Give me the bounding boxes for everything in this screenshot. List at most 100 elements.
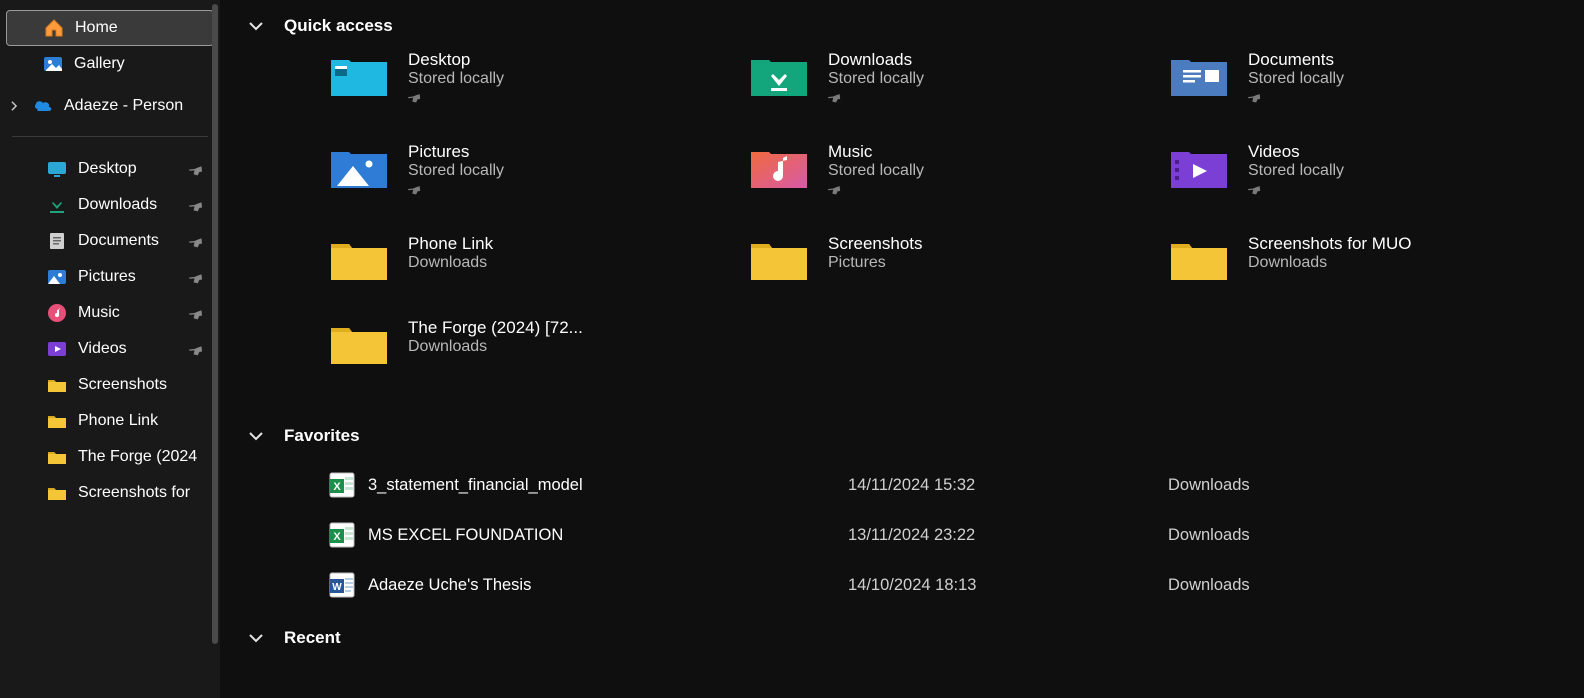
folder-title: Desktop <box>408 50 504 70</box>
quick-access-documents[interactable]: Documents Stored locally <box>1168 50 1584 136</box>
music-icon <box>46 302 68 324</box>
chevron-down-icon[interactable] <box>246 628 266 648</box>
pin-icon <box>828 90 924 104</box>
folder-title: Downloads <box>828 50 924 70</box>
section-label: Quick access <box>284 16 393 36</box>
pin-icon <box>189 306 204 321</box>
file-location: Downloads <box>1168 576 1564 595</box>
section-quick-access[interactable]: Quick access <box>246 16 1564 36</box>
desktop-lg-icon <box>328 50 390 100</box>
sidebar-item-label: Desktop <box>78 160 137 178</box>
home-icon <box>43 17 65 39</box>
folder-subtitle: Stored locally <box>408 162 504 180</box>
folder-subtitle: Stored locally <box>1248 162 1344 180</box>
music-lg-icon <box>748 142 810 192</box>
sidebar-item-label: Home <box>75 19 118 37</box>
sidebar-item-pictures[interactable]: Pictures <box>6 259 214 295</box>
pin-icon <box>189 162 204 177</box>
folder-title: Screenshots for MUO <box>1248 234 1411 254</box>
quick-access-videos[interactable]: Videos Stored locally <box>1168 142 1584 228</box>
pin-icon <box>828 182 924 196</box>
pictures-icon <box>46 266 68 288</box>
chevron-right-icon[interactable] <box>6 99 22 113</box>
sidebar-item-label: Documents <box>78 232 159 250</box>
file-name: 3_statement_financial_model <box>368 476 848 495</box>
sidebar-item-label: Screenshots for <box>78 484 190 502</box>
folder-subtitle: Stored locally <box>408 70 504 88</box>
sidebar-scrollbar[interactable] <box>212 4 218 644</box>
folder-title: Screenshots <box>828 234 923 254</box>
quick-access-downloads[interactable]: Downloads Stored locally <box>748 50 1168 136</box>
videos-icon <box>46 338 68 360</box>
sidebar-item-downloads[interactable]: Downloads <box>6 187 214 223</box>
sidebar-item-screenshots[interactable]: Screenshots <box>6 367 214 403</box>
file-explorer-window: Home Gallery Adaeze - Person Desktop Dow… <box>0 0 1584 698</box>
favorite-file[interactable]: MS EXCEL FOUNDATION 13/11/2024 23:22 Dow… <box>328 510 1564 560</box>
folder-subtitle: Downloads <box>408 338 583 356</box>
folder-title: Videos <box>1248 142 1344 162</box>
sidebar-item-music[interactable]: Music <box>6 295 214 331</box>
content-pane: Quick access Desktop Stored locally Down… <box>220 0 1584 698</box>
section-label: Favorites <box>284 426 360 446</box>
sidebar-item-screenshots-for[interactable]: Screenshots for <box>6 475 214 511</box>
pin-icon <box>408 90 504 104</box>
quick-access-phone-link[interactable]: Phone Link Downloads <box>328 234 748 312</box>
favorite-file[interactable]: Adaeze Uche's Thesis 14/10/2024 18:13 Do… <box>328 560 1564 610</box>
folder-subtitle: Stored locally <box>828 70 924 88</box>
quick-access-the-forge-2024-72-[interactable]: The Forge (2024) [72... Downloads <box>328 318 748 396</box>
section-label: Recent <box>284 628 341 648</box>
folder-lg-icon <box>748 234 810 284</box>
sidebar-item-videos[interactable]: Videos <box>6 331 214 367</box>
sidebar-item-label: Downloads <box>78 196 157 214</box>
sidebar-item-label: Screenshots <box>78 376 167 394</box>
sidebar-item-desktop[interactable]: Desktop <box>6 151 214 187</box>
section-recent[interactable]: Recent <box>246 628 1564 648</box>
folder-title: The Forge (2024) [72... <box>408 318 583 338</box>
folder-lg-icon <box>328 318 390 368</box>
sidebar-divider <box>12 136 208 137</box>
sidebar-item-onedrive[interactable]: Adaeze - Person <box>6 88 214 124</box>
folder-icon <box>46 374 68 396</box>
folder-subtitle: Stored locally <box>828 162 924 180</box>
quick-access-music[interactable]: Music Stored locally <box>748 142 1168 228</box>
file-location: Downloads <box>1168 476 1564 495</box>
sidebar-item-label: Music <box>78 304 120 322</box>
folder-icon <box>46 410 68 432</box>
sidebar-item-label: Phone Link <box>78 412 158 430</box>
file-date: 13/11/2024 23:22 <box>848 526 1168 545</box>
documents-lg-icon <box>1168 50 1230 100</box>
quick-access-pictures[interactable]: Pictures Stored locally <box>328 142 748 228</box>
folder-subtitle: Stored locally <box>1248 70 1344 88</box>
folder-title: Music <box>828 142 924 162</box>
folder-subtitle: Downloads <box>408 254 493 272</box>
quick-access-desktop[interactable]: Desktop Stored locally <box>328 50 748 136</box>
sidebar-item-label: The Forge (2024 <box>78 448 197 466</box>
sidebar-item-gallery[interactable]: Gallery <box>6 46 214 82</box>
favorite-file[interactable]: 3_statement_financial_model 14/11/2024 1… <box>328 460 1564 510</box>
sidebar-item-label: Videos <box>78 340 127 358</box>
folder-icon <box>46 446 68 468</box>
pin-icon <box>189 342 204 357</box>
file-date: 14/10/2024 18:13 <box>848 576 1168 595</box>
downloads-lg-icon <box>748 50 810 100</box>
sidebar-item-label: Gallery <box>74 55 125 73</box>
section-favorites[interactable]: Favorites <box>246 426 1564 446</box>
folder-subtitle: Downloads <box>1248 254 1411 272</box>
downloads-icon <box>46 194 68 216</box>
sidebar-item-phone-link[interactable]: Phone Link <box>6 403 214 439</box>
chevron-down-icon[interactable] <box>246 16 266 36</box>
sidebar-item-home[interactable]: Home <box>6 10 214 46</box>
sidebar-item-the-forge-2024[interactable]: The Forge (2024 <box>6 439 214 475</box>
onedrive-icon <box>32 95 54 117</box>
sidebar-item-documents[interactable]: Documents <box>6 223 214 259</box>
folder-subtitle: Pictures <box>828 254 923 272</box>
quick-access-screenshots[interactable]: Screenshots Pictures <box>748 234 1168 312</box>
chevron-down-icon[interactable] <box>246 426 266 446</box>
sidebar-item-label: Adaeze - Person <box>64 97 183 115</box>
quick-access-screenshots-for-muo[interactable]: Screenshots for MUO Downloads <box>1168 234 1584 312</box>
desktop-icon <box>46 158 68 180</box>
pin-icon <box>189 270 204 285</box>
excel-file-icon <box>328 521 356 549</box>
pin-icon <box>408 182 504 196</box>
folder-title: Documents <box>1248 50 1344 70</box>
